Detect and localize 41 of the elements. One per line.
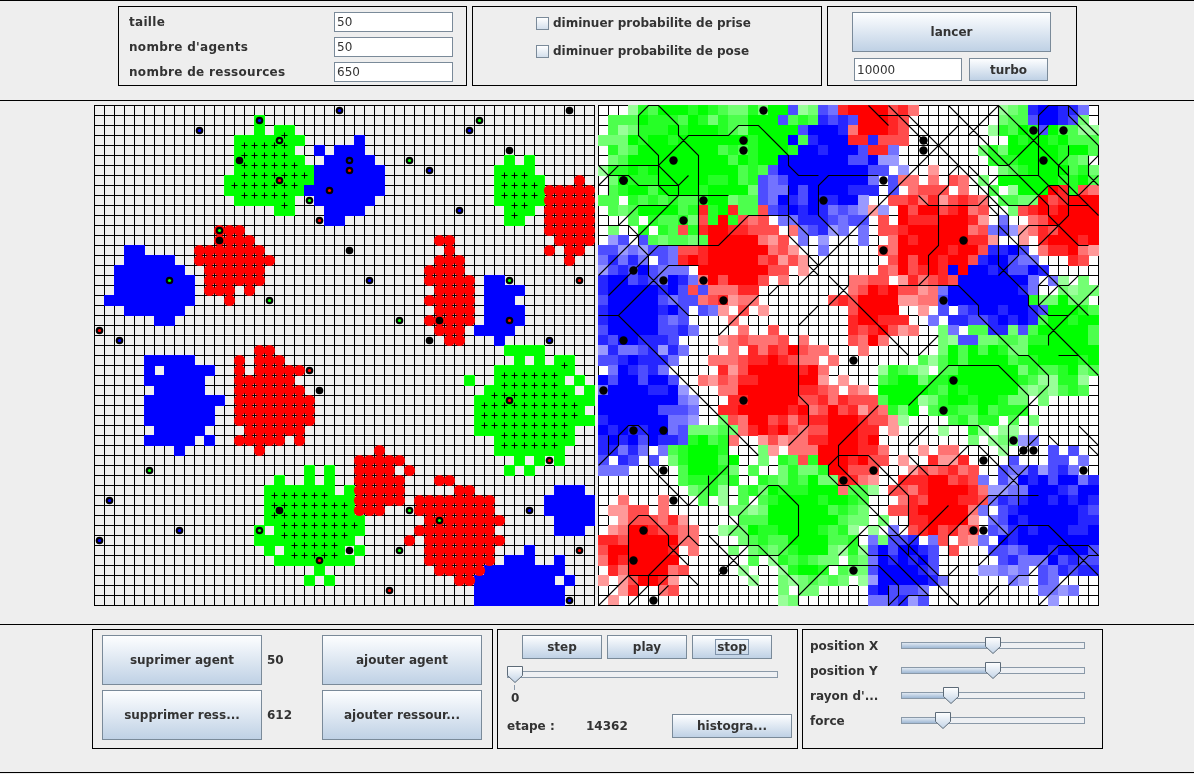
slider-track[interactable]	[507, 671, 778, 678]
add-button[interactable]: ajouter ressour...	[322, 690, 482, 740]
step-label: etape :	[507, 718, 556, 735]
text-field[interactable]: 50	[334, 12, 453, 32]
playback-button[interactable]: step	[522, 635, 602, 659]
playback-button[interactable]: stop	[692, 635, 772, 659]
slider-thumb[interactable]	[985, 637, 1001, 654]
slider-label: rayon d'...	[810, 687, 880, 705]
slider-thumb[interactable]	[934, 712, 951, 729]
step-count: 14362	[586, 718, 629, 735]
histogram-button[interactable]: histogra...	[672, 714, 792, 738]
slider-label: position Y	[810, 662, 879, 680]
field-label: taille	[129, 14, 167, 31]
count-label: 612	[267, 707, 294, 724]
remove-button[interactable]: suprimer agent	[102, 635, 262, 685]
slider-thumb[interactable]	[985, 662, 1001, 679]
text-field[interactable]: 650	[334, 62, 453, 82]
slider-track[interactable]	[901, 717, 1085, 724]
slider-thumb[interactable]	[507, 666, 523, 683]
field-label: nombre de ressources	[129, 64, 287, 81]
checkbox[interactable]	[536, 16, 549, 30]
option-label: diminuer probabilite de prise	[553, 15, 751, 32]
slider-label: force	[810, 712, 846, 730]
slider-track[interactable]	[901, 642, 1085, 649]
add-button[interactable]: ajouter agent	[322, 635, 482, 685]
slider-track[interactable]	[901, 667, 1085, 674]
slider-thumb[interactable]	[943, 687, 959, 704]
slider-label: position X	[810, 637, 880, 655]
text-field[interactable]: 10000	[854, 58, 962, 81]
count-label: 50	[267, 652, 285, 669]
turbo-button[interactable]: turbo	[969, 58, 1048, 81]
slider-tick	[514, 685, 515, 690]
slider-track[interactable]	[901, 692, 1085, 699]
playback-button[interactable]: play	[607, 635, 687, 659]
checkbox[interactable]	[536, 44, 549, 58]
field-label: nombre d'agents	[129, 39, 250, 56]
launch-button[interactable]: lancer	[852, 12, 1051, 52]
option-label: diminuer probabilite de pose	[553, 43, 750, 60]
text-field[interactable]: 50	[334, 37, 453, 57]
remove-button[interactable]: supprimer ress...	[102, 690, 262, 740]
tick-label: 0	[511, 691, 520, 705]
